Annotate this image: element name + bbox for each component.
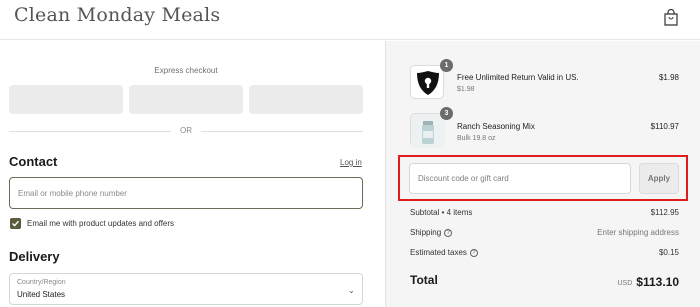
product-thumbnail-return: 1 [410, 59, 453, 99]
currency-code: USD [617, 280, 633, 287]
newsletter-checkbox[interactable] [10, 218, 21, 229]
item-name: Ranch Seasoning Mix [457, 122, 535, 131]
email-placeholder: Email or mobile phone number [18, 189, 127, 198]
country-value: United States [17, 290, 66, 299]
total-value: $113.10 [636, 275, 679, 289]
item-price: $1.98 [658, 73, 679, 82]
quantity-badge: 3 [440, 107, 453, 120]
express-checkout-label: Express checkout [154, 66, 218, 75]
item-subtitle: $1.98 [457, 86, 475, 93]
subtotal-value: $112.95 [650, 208, 679, 217]
item-price: $110.97 [650, 122, 679, 131]
total-amount: USD $113.10 [618, 273, 680, 291]
divider-left [9, 131, 171, 132]
discount-placeholder: Discount code or gift card [418, 174, 509, 183]
checkmark-icon [12, 220, 20, 227]
product-jar-image [411, 114, 445, 148]
taxes-label: Estimated taxes [410, 248, 467, 257]
express-pay-button-1[interactable] [9, 85, 123, 114]
newsletter-label: Email me with product updates and offers [27, 219, 175, 228]
apply-discount-button[interactable]: Apply [639, 163, 679, 194]
login-link[interactable]: Log in [340, 158, 362, 167]
shipping-label: Shipping [410, 228, 442, 237]
contact-heading: Contact [9, 154, 58, 169]
item-name: Free Unlimited Return Valid in US. [457, 73, 579, 82]
shipping-value: Enter shipping address [597, 228, 679, 237]
site-header: Clean Monday Meals [0, 0, 700, 40]
email-field[interactable]: Email or mobile phone number [9, 177, 363, 209]
shipping-row: Shipping? [410, 228, 453, 237]
store-logo[interactable]: Clean Monday Meals [14, 4, 220, 26]
country-label: Country/Region [17, 279, 66, 286]
chevron-down-icon: ⌄ [348, 286, 355, 295]
checkout-form-panel [0, 41, 385, 307]
shield-keyhole-icon [417, 71, 439, 95]
info-icon[interactable]: ? [469, 248, 478, 257]
country-select[interactable]: Country/Region United States ⌄ [9, 273, 363, 305]
quantity-badge: 1 [440, 59, 453, 72]
subtotal-label: Subtotal • 4 items [410, 208, 473, 217]
shopping-bag-icon[interactable] [663, 9, 679, 27]
delivery-heading: Delivery [9, 249, 60, 264]
info-icon[interactable]: ? [444, 228, 453, 237]
express-pay-button-3[interactable] [249, 85, 363, 114]
item-subtitle: Bulk 19.8 oz [457, 135, 496, 142]
total-label: Total [410, 273, 438, 287]
product-thumbnail-ranch: 3 [410, 107, 453, 148]
taxes-value: $0.15 [658, 248, 679, 257]
divider-right [201, 131, 363, 132]
express-pay-button-2[interactable] [129, 85, 243, 114]
or-divider-text: OR [180, 126, 192, 135]
discount-code-input[interactable]: Discount code or gift card [409, 163, 631, 194]
taxes-row: Estimated taxes? [410, 248, 478, 257]
